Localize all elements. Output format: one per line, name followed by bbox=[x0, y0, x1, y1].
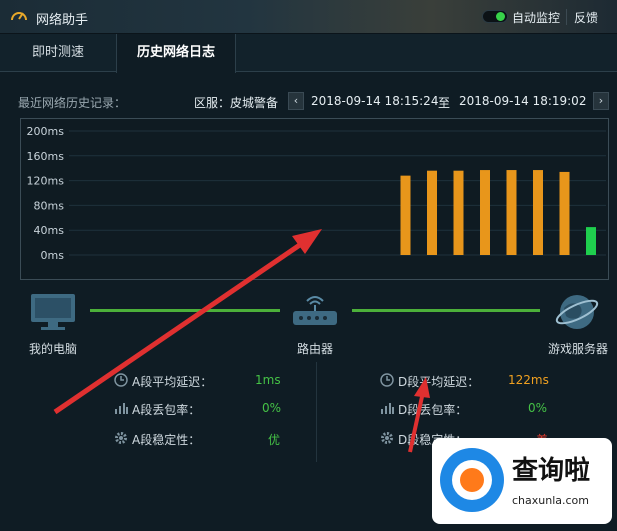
latency-bar bbox=[400, 175, 411, 255]
latency-chart-svg: 200ms 160ms 120ms 80ms 40ms 0ms bbox=[27, 125, 606, 262]
y-tick-label: 40ms bbox=[34, 224, 65, 237]
globe-server-icon bbox=[555, 295, 599, 329]
feedback-link[interactable]: 反馈 bbox=[574, 9, 598, 26]
latency-bar bbox=[586, 227, 596, 255]
link-d bbox=[352, 309, 540, 312]
node-my-computer: 我的电脑 bbox=[28, 342, 77, 356]
latency-bar bbox=[506, 170, 517, 255]
auto-monitor-label[interactable]: 自动监控 bbox=[512, 9, 560, 26]
stats-divider bbox=[316, 362, 317, 462]
a-loss-label: A段丢包率： bbox=[132, 403, 201, 417]
clock-icon bbox=[380, 373, 394, 387]
tab-realtime-speed[interactable]: 即时测速 bbox=[0, 34, 116, 72]
start-time: 2018-09-14 18:15:24 bbox=[311, 94, 439, 108]
a-stability-value: 优 bbox=[268, 433, 281, 447]
d-latency-value: 122ms bbox=[508, 373, 549, 387]
tab-bar: 即时测速 历史网络日志 bbox=[0, 34, 617, 73]
end-time: 2018-09-14 18:19:02 bbox=[459, 94, 587, 108]
divider bbox=[566, 9, 567, 25]
a-latency-value: 1ms bbox=[255, 373, 281, 387]
latency-bar bbox=[533, 170, 543, 255]
latency-chart: 200ms 160ms 120ms 80ms 40ms 0ms bbox=[20, 118, 609, 280]
y-tick-label: 160ms bbox=[27, 150, 65, 163]
latency-bar bbox=[559, 171, 570, 255]
to-label: 至 bbox=[438, 96, 451, 110]
router-icon bbox=[293, 296, 337, 325]
latency-bar bbox=[427, 170, 437, 255]
watermark-url: chaxunla.com bbox=[512, 494, 589, 507]
chevron-left-icon[interactable]: ‹ bbox=[288, 92, 304, 110]
region-label: 区服：皮城警备 bbox=[194, 96, 279, 110]
chevron-right-icon[interactable]: › bbox=[593, 92, 609, 110]
latency-bar bbox=[453, 170, 464, 255]
a-stability-label: A段稳定性： bbox=[132, 433, 201, 447]
speedometer-icon bbox=[11, 12, 27, 21]
gear-icon bbox=[381, 432, 393, 444]
watermark-logo: 查询啦 chaxunla.com bbox=[432, 438, 612, 524]
app-title: 网络助手 bbox=[36, 13, 89, 28]
y-tick-label: 0ms bbox=[41, 249, 65, 262]
toggle-knob bbox=[496, 12, 505, 21]
node-game-server: 游戏服务器 bbox=[547, 342, 608, 356]
latency-bar bbox=[480, 170, 490, 255]
history-label: 最近网络历史记录： bbox=[18, 96, 127, 110]
d-latency-label: D段平均延迟： bbox=[398, 375, 480, 389]
node-router: 路由器 bbox=[296, 342, 333, 356]
tab-history-log[interactable]: 历史网络日志 bbox=[116, 34, 236, 73]
y-tick-label: 80ms bbox=[34, 199, 65, 212]
gear-icon bbox=[115, 432, 127, 444]
y-tick-label: 200ms bbox=[27, 125, 65, 138]
watermark-text: 查询啦 bbox=[512, 456, 591, 486]
a-loss-value: 0% bbox=[262, 401, 282, 415]
bars-icon bbox=[381, 403, 394, 414]
link-a bbox=[90, 309, 280, 312]
clock-icon bbox=[114, 373, 128, 387]
d-loss-label: D段丢包率： bbox=[398, 403, 468, 417]
y-tick-label: 120ms bbox=[27, 175, 65, 188]
a-latency-label: A段平均延迟： bbox=[132, 375, 213, 389]
d-loss-value: 0% bbox=[528, 401, 548, 415]
bars-icon bbox=[115, 403, 128, 414]
title-bar: 网络助手 自动监控 反馈 bbox=[0, 0, 617, 34]
auto-monitor-toggle[interactable] bbox=[482, 10, 508, 23]
computer-icon bbox=[31, 294, 75, 330]
